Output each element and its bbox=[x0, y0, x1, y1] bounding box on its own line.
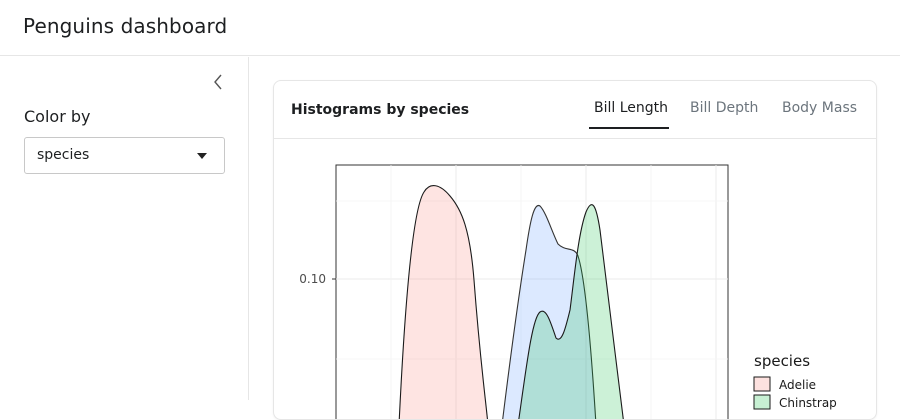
main-content: Histograms by species Bill Length Bill D… bbox=[250, 57, 900, 420]
top-navbar: Penguins dashboard bbox=[0, 0, 900, 56]
color-by-label: Color by bbox=[24, 107, 91, 126]
legend-label-chinstrap: Chinstrap bbox=[779, 396, 837, 410]
density-plot: 0.10 species Adelie Chinstrap bbox=[299, 164, 837, 419]
y-tick-label: 0.10 bbox=[299, 272, 326, 286]
sidebar: Color by species bbox=[0, 57, 249, 400]
sidebar-collapse-button[interactable] bbox=[208, 71, 228, 93]
color-by-selected-value: species bbox=[37, 147, 90, 163]
chevron-down-icon bbox=[197, 153, 207, 159]
tab-bill-depth[interactable]: Bill Depth bbox=[690, 100, 758, 126]
card-title: Histograms by species bbox=[291, 102, 470, 118]
legend-label-adelie: Adelie bbox=[779, 378, 816, 392]
card-header: Histograms by species Bill Length Bill D… bbox=[274, 81, 876, 139]
tab-bill-length[interactable]: Bill Length bbox=[594, 100, 668, 126]
color-by-select[interactable]: species bbox=[24, 137, 225, 174]
app-title: Penguins dashboard bbox=[23, 14, 228, 38]
chevron-left-icon bbox=[214, 74, 222, 90]
histogram-card: Histograms by species Bill Length Bill D… bbox=[273, 80, 877, 420]
tab-body-mass[interactable]: Body Mass bbox=[782, 100, 857, 126]
active-tab-indicator bbox=[589, 127, 669, 129]
legend-key-adelie bbox=[753, 376, 771, 392]
legend-title: species bbox=[754, 352, 810, 370]
legend-key-chinstrap bbox=[753, 394, 771, 410]
